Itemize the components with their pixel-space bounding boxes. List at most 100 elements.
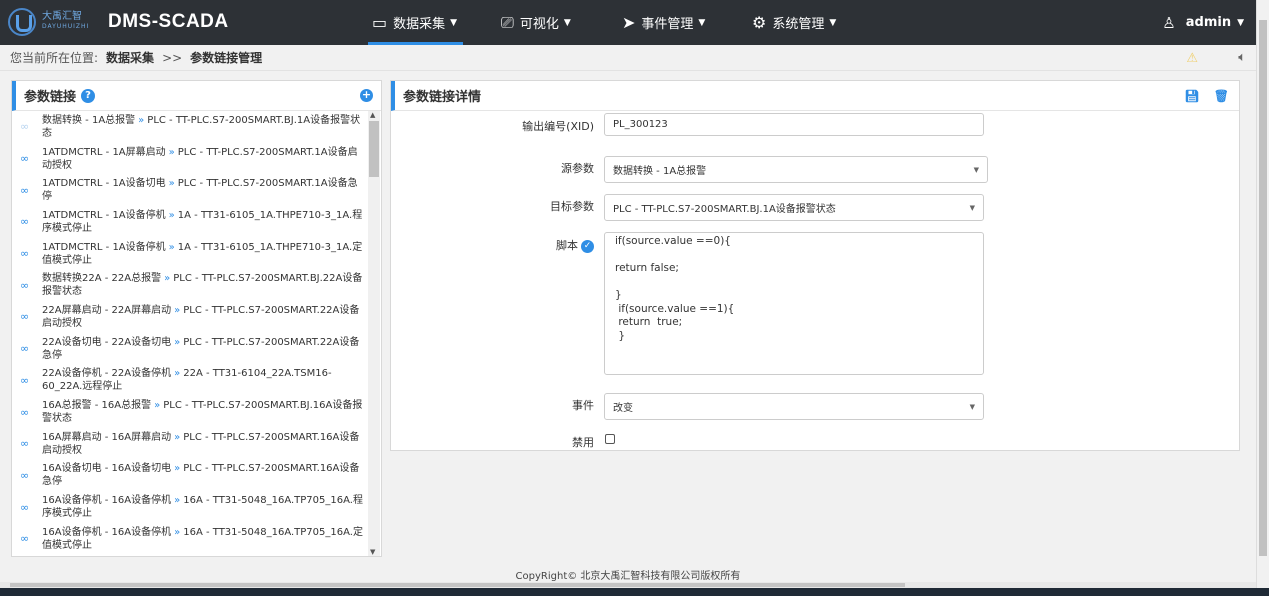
scroll-thumb[interactable] [369, 121, 379, 177]
breadcrumb-separator: >> [162, 50, 183, 65]
check-icon: ✓ [581, 239, 594, 253]
add-link-button[interactable]: + [360, 89, 373, 102]
breadcrumb-prefix: 您当前所在位置: [10, 51, 99, 65]
save-icon[interactable]: 💾︎ [1185, 89, 1200, 103]
link-list-item[interactable]: ∞ 数据转换22A - 22A总报警» PLC - TT-PLC.S7-200SMA… [12, 269, 369, 301]
nav-visualization[interactable]: ⎚ 可视化 ▼ [501, 0, 571, 45]
link-list-item[interactable]: ∞ 1ATDMCTRL - 1A设备切电» PLC - TT-PLC.S7-200S… [12, 174, 369, 206]
vertical-scrollbar[interactable] [1256, 0, 1269, 588]
link-source: 数据转换 - 1A总报警 [42, 114, 136, 126]
panel-title: 参数链接 [24, 90, 77, 105]
event-value: 改变 [613, 403, 633, 414]
link-source: 16A总报警 - 16A总报警 [42, 400, 152, 412]
link-list-item[interactable]: ∞ 22A设备切电 - 22A设备切电» PLC - TT-PLC.S7-200SM… [12, 333, 369, 365]
link-icon: ∞ [20, 152, 30, 166]
double-chevron-right-icon: » [174, 463, 181, 475]
speaker-icon[interactable]: 🔈︎ [1238, 50, 1246, 65]
disable-checkbox[interactable] [605, 434, 615, 444]
target-value: PLC - TT-PLC.S7-200SMART.BJ.1A设备报警状态 [613, 204, 836, 215]
link-source: 16A设备停机 - 16A设备停机 [42, 526, 172, 538]
logo[interactable]: 大禹汇智 DAYUHUIZHI [8, 8, 89, 36]
link-icon: ∞ [20, 247, 30, 261]
double-chevron-right-icon: » [174, 368, 181, 380]
delete-icon[interactable]: 🗑︎ [1214, 89, 1229, 103]
chevron-down-icon: ▼ [973, 165, 979, 174]
source-select[interactable]: 数据转换 - 1A总报警 ▼ [604, 156, 988, 183]
nav-label: 系统管理 [772, 17, 825, 32]
panel-header: 参数链接 ? + [12, 81, 381, 111]
logo-text: 大禹汇智 [42, 11, 82, 22]
double-chevron-right-icon: » [174, 336, 181, 348]
link-detail-panel: 参数链接详情 💾︎ 🗑︎ 输出编号(XID) PL_300123 源参数 数据转… [390, 80, 1240, 451]
send-icon: ➤ [622, 13, 636, 32]
event-select[interactable]: 改变 ▼ [604, 393, 984, 420]
link-icon: ∞ [20, 215, 30, 229]
scroll-thumb[interactable] [10, 583, 905, 587]
link-source: 数据转换22A - 22A总报警 [42, 273, 162, 285]
link-list-item[interactable]: ∞ 1ATDMCTRL - 1A设备停机» 1A - TT31-6105_1A.TH… [12, 238, 369, 270]
link-list-item[interactable]: ∞ 22A设备停机 - 22A设备停机» 22A - TT31-6104_22A.T… [12, 365, 369, 397]
link-list-item[interactable]: ∞ 16A设备停机 - 16A设备停机» 16A - TT31-5048_16A.T… [12, 491, 369, 523]
link-list-item[interactable]: ∞ 22A屏幕启动 - 22A屏幕启动» PLC - TT-PLC.S7-200SM… [12, 301, 369, 333]
user-menu[interactable]: ♙ admin ▼ [1162, 0, 1244, 45]
target-label: 目标参数 [550, 200, 594, 213]
double-chevron-right-icon: » [174, 526, 181, 538]
os-taskbar [0, 588, 1269, 596]
link-icon: ∞ [20, 310, 30, 324]
link-list-item[interactable]: ∞ 1ATDMCTRL - 1A屏幕启动» PLC - TT-PLC.S7-200S… [12, 143, 369, 175]
link-source: 1ATDMCTRL - 1A设备切电 [42, 178, 166, 190]
warning-icon[interactable]: ⚠ [1186, 51, 1198, 66]
nav-data-collection[interactable]: ▭ 数据采集 ▼ [367, 0, 464, 45]
link-icon: ∞ [20, 468, 30, 482]
link-icon: ∞ [20, 183, 30, 197]
scroll-down-icon[interactable]: ▼ [370, 548, 375, 556]
link-source: 22A设备切电 - 22A设备切电 [42, 336, 172, 348]
link-list-item[interactable]: ∞ 数据转换 - 1A总报警» PLC - TT-PLC.S7-200SMART.B… [12, 111, 369, 143]
list-scrollbar[interactable]: ▲ ▼ [368, 111, 380, 556]
chevron-down-icon: ▼ [450, 17, 458, 28]
chevron-down-icon: ▼ [829, 17, 837, 28]
double-chevron-right-icon: » [174, 495, 181, 507]
link-list-item[interactable]: ∞ 1ATDMCTRL - 1A设备停机» 1A - TT31-6105_1A.TH… [12, 206, 369, 238]
link-list-item[interactable]: ∞ 16A总报警 - 16A总报警» PLC - TT-PLC.S7-200SMAR… [12, 396, 369, 428]
xid-input[interactable]: PL_300123 [604, 113, 984, 136]
scroll-up-icon[interactable]: ▲ [370, 111, 375, 119]
breadcrumb-level1[interactable]: 数据采集 [106, 49, 154, 66]
gear-icon: ⚙ [752, 13, 767, 32]
link-icon: ∞ [20, 373, 30, 387]
link-source: 16A设备停机 - 16A设备停机 [42, 495, 172, 507]
chevron-down-icon: ▼ [698, 17, 706, 28]
xid-label: 输出编号(XID) [522, 120, 594, 133]
target-select[interactable]: PLC - TT-PLC.S7-200SMART.BJ.1A设备报警状态 ▼ [604, 194, 984, 221]
double-chevron-right-icon: » [138, 114, 145, 126]
help-icon[interactable]: ? [81, 88, 96, 103]
link-source: 16A屏幕启动 - 16A屏幕启动 [42, 431, 172, 443]
nav-label: 事件管理 [641, 17, 694, 32]
link-list-item[interactable]: ∞ 16A屏幕启动 - 16A屏幕启动» PLC - TT-PLC.S7-200SM… [12, 428, 369, 460]
link-icon: ∞ [20, 278, 30, 292]
link-list-item[interactable]: ∞ 16A设备切电 - 16A设备切电» PLC - TT-PLC.S7-200SM… [12, 460, 369, 492]
source-label: 源参数 [561, 162, 594, 175]
chevron-down-icon: ▼ [563, 17, 571, 28]
double-chevron-right-icon: » [168, 146, 175, 158]
link-source: 1ATDMCTRL - 1A屏幕启动 [42, 146, 166, 158]
nav-label: 可视化 [519, 17, 559, 32]
nav-event-management[interactable]: ➤ 事件管理 ▼ [622, 0, 705, 45]
link-icon: ∞ [20, 500, 30, 514]
double-chevron-right-icon: » [174, 431, 181, 443]
source-value: 数据转换 - 1A总报警 [613, 166, 707, 177]
link-icon: ∞ [20, 120, 30, 134]
script-editor[interactable]: if(source.value ==0){ return false; } if… [604, 232, 984, 375]
monitor-icon: ▭ [372, 13, 388, 32]
panel-header: 参数链接详情 💾︎ 🗑︎ [391, 81, 1239, 111]
logo-subtext: DAYUHUIZHI [42, 23, 90, 30]
link-icon: ∞ [20, 532, 30, 546]
double-chevron-right-icon: » [168, 178, 175, 190]
link-list-item[interactable]: ∞ 16A设备停机 - 16A设备停机» 16A - TT31-5048_16A.T… [12, 523, 369, 555]
event-label: 事件 [572, 399, 594, 412]
link-list: ∞ 数据转换 - 1A总报警» PLC - TT-PLC.S7-200SMART.B… [12, 111, 369, 556]
panel-title: 参数链接详情 [403, 90, 482, 105]
link-source: 16A设备切电 - 16A设备切电 [42, 463, 172, 475]
scroll-thumb[interactable] [1259, 20, 1267, 556]
nav-system-management[interactable]: ⚙ 系统管理 ▼ [752, 0, 836, 45]
